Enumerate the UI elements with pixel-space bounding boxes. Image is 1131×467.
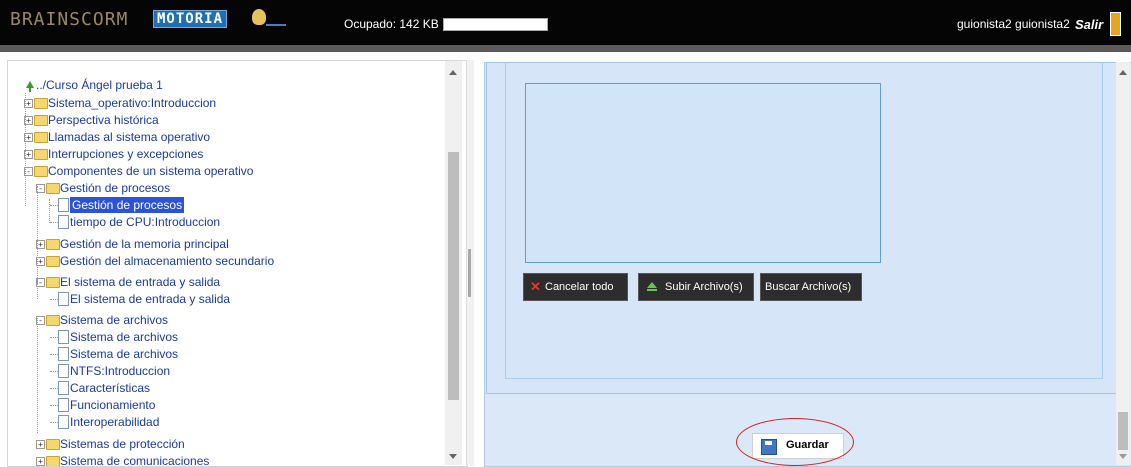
tree-item-label[interactable]: Gestión del almacenamiento secundario xyxy=(60,253,274,269)
folder-icon xyxy=(46,183,60,194)
folder-icon xyxy=(46,439,60,450)
page-icon xyxy=(58,398,69,412)
course-tree-panel: + Sistema_operativo:Introduccion + Perspect… xyxy=(7,60,468,467)
tree-item-label[interactable]: El sistema de entrada y salida xyxy=(60,274,220,290)
door-icon[interactable] xyxy=(1110,12,1121,36)
tree-item-label[interactable]: Gestión de procesos xyxy=(70,197,185,213)
lightbulb-icon xyxy=(252,9,266,25)
top-bar: BRAINSCORM MOTORIA Ocupado: 142 KB guion… xyxy=(0,0,1131,45)
upload-arrow-icon-base xyxy=(647,289,657,291)
tree-scrollbar-thumb[interactable] xyxy=(448,152,459,400)
folder-icon xyxy=(46,456,60,466)
upload-files-button[interactable]: Subir Archivo(s) xyxy=(638,273,754,301)
folder-icon xyxy=(34,132,48,143)
browse-files-label: Buscar Archivo(s) xyxy=(765,281,852,293)
tree-connector xyxy=(49,199,50,223)
up-arrow-icon-stem xyxy=(29,88,31,92)
tree-item-label[interactable]: Interoperabilidad xyxy=(70,414,159,430)
storage-usage-label: Ocupado: 142 KB xyxy=(344,17,439,31)
tree-item-label[interactable]: Sistemas de protección xyxy=(60,436,185,452)
editor-scrollbar-thumb[interactable] xyxy=(1118,412,1128,450)
page-icon xyxy=(58,415,69,429)
editor-scroll-up-icon[interactable] xyxy=(1119,70,1127,75)
upload-files-label: Subir Archivo(s) xyxy=(665,281,743,293)
tree-connector xyxy=(25,93,26,206)
page-icon xyxy=(58,215,69,229)
brand-logo: BRAINSCORM xyxy=(10,9,129,30)
tree-item-label[interactable]: El sistema de entrada y salida xyxy=(70,291,230,307)
motoria-logo: MOTORIA xyxy=(153,10,228,28)
tree-item-label[interactable]: Sistema de archivos xyxy=(70,346,178,362)
expand-icon[interactable]: + xyxy=(36,457,45,466)
folder-icon xyxy=(46,277,60,288)
splitter-grip[interactable] xyxy=(468,249,471,297)
scroll-up-icon[interactable] xyxy=(449,70,457,75)
logo-swoosh xyxy=(266,24,286,26)
tree-connector xyxy=(37,318,38,433)
tree-item-label[interactable]: Características xyxy=(70,380,150,396)
page-icon xyxy=(58,381,69,395)
editor-scrollbar[interactable] xyxy=(1116,62,1130,465)
editor-scroll-down-icon[interactable] xyxy=(1119,454,1127,459)
tree-connector xyxy=(50,405,58,406)
tree-connector xyxy=(50,337,58,338)
folder-icon xyxy=(34,149,48,160)
folder-icon xyxy=(46,315,60,326)
folder-icon xyxy=(34,166,48,177)
tree-connector xyxy=(37,279,38,299)
tree-connector xyxy=(50,371,58,372)
cancel-all-button[interactable]: ✕ Cancelar todo xyxy=(523,273,628,301)
tree-item-label[interactable]: Gestión de procesos xyxy=(60,180,170,196)
tree-item-label[interactable]: Perspectiva histórica xyxy=(48,112,159,128)
up-arrow-icon[interactable] xyxy=(26,81,34,88)
folder-icon xyxy=(46,239,60,250)
tree-connector xyxy=(50,422,58,423)
page-icon xyxy=(58,292,69,306)
tree-item-label[interactable]: Sistema_operativo:Introduccion xyxy=(48,95,216,111)
tree-connector xyxy=(50,222,58,223)
tree-item-label[interactable]: Funcionamiento xyxy=(70,397,155,413)
tree-item-label[interactable]: Sistema de comunicaciones xyxy=(60,453,209,466)
tree-connector xyxy=(50,205,58,206)
tree-item-label[interactable]: Interrupciones y excepciones xyxy=(48,146,203,162)
logout-link[interactable]: Salir xyxy=(1075,17,1103,32)
page-icon xyxy=(58,364,69,378)
tree-item-label[interactable]: Llamadas al sistema operativo xyxy=(48,129,210,145)
header-divider xyxy=(0,45,1131,52)
page-icon xyxy=(58,347,69,361)
highlight-ring xyxy=(736,418,854,466)
tree-item-label[interactable]: tiempo de CPU:Introduccion xyxy=(70,214,220,230)
upload-file-list[interactable] xyxy=(525,83,881,263)
expand-icon[interactable]: + xyxy=(36,440,45,449)
tree-connector xyxy=(50,299,58,300)
folder-icon xyxy=(46,256,60,267)
folder-icon xyxy=(34,98,48,109)
storage-usage-bar xyxy=(443,18,548,31)
tree-connector xyxy=(50,354,58,355)
page-icon xyxy=(58,198,69,212)
tree-item-label[interactable]: NTFS:Introduccion xyxy=(70,363,170,379)
tree-connector xyxy=(50,388,58,389)
tree-connector xyxy=(37,186,38,284)
tree-item-label[interactable]: Sistema de archivos xyxy=(70,329,178,345)
page-icon xyxy=(58,330,69,344)
tree-item-label[interactable]: Gestión de la memoria principal xyxy=(60,236,229,252)
cancel-x-icon: ✕ xyxy=(530,279,541,294)
user-name: guionista2 guionista2 xyxy=(957,17,1070,31)
browse-files-button[interactable]: Buscar Archivo(s) xyxy=(760,273,862,301)
tree-item-label[interactable]: Sistema de archivos xyxy=(60,312,168,328)
tree-item-label[interactable]: Componentes de un sistema operativo xyxy=(48,163,253,179)
folder-icon xyxy=(34,115,48,126)
upload-arrow-icon xyxy=(647,282,657,288)
tree-root-label[interactable]: ../Curso Ángel prueba 1 xyxy=(36,77,163,93)
scroll-down-icon[interactable] xyxy=(449,454,457,459)
cancel-all-label: Cancelar todo xyxy=(545,281,614,293)
